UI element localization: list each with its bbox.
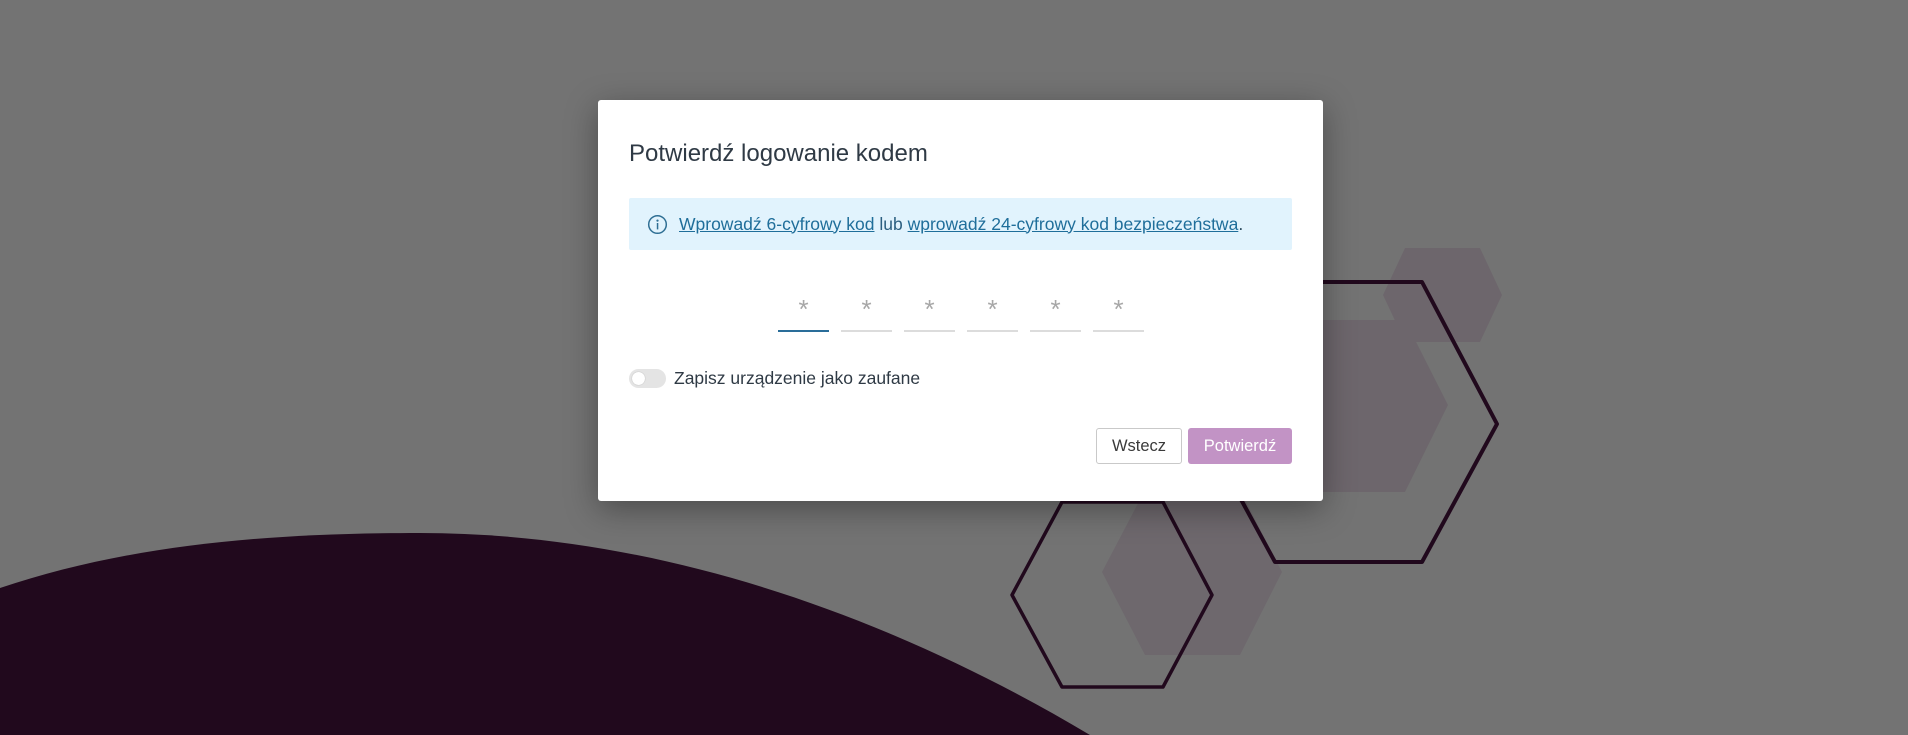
toggle-knob [632,372,645,385]
back-button[interactable]: Wstecz [1096,428,1182,464]
enter-6-digit-code-link[interactable]: Wprowadź 6-cyfrowy kod [679,214,874,235]
code-digit-1[interactable] [778,276,829,332]
login-page: Potwierdź logowanie kodem Wprowadź 6-cyf… [0,0,1908,735]
code-digit-2[interactable] [841,276,892,332]
code-digit-4[interactable] [967,276,1018,332]
enter-24-digit-security-code-link[interactable]: wprowadź 24-cyfrowy kod bezpieczeństwa [908,214,1239,235]
dialog-title: Potwierdź logowanie kodem [629,140,928,167]
info-circle-icon [647,214,668,235]
trust-device-row: Zapisz urządzenie jako zaufane [629,368,920,389]
trust-device-toggle[interactable] [629,369,666,388]
info-message: Wprowadź 6-cyfrowy kod lub wprowadź 24-c… [629,198,1292,250]
code-digit-5[interactable] [1030,276,1081,332]
confirm-button[interactable]: Potwierdź [1188,428,1292,464]
code-input-group [778,276,1156,332]
code-digit-6[interactable] [1093,276,1144,332]
code-digit-3[interactable] [904,276,955,332]
info-separator: lub [879,213,903,234]
confirm-login-dialog: Potwierdź logowanie kodem Wprowadź 6-cyf… [598,100,1323,501]
trust-device-label: Zapisz urządzenie jako zaufane [674,368,921,388]
info-trailing-period: . [1238,213,1244,234]
